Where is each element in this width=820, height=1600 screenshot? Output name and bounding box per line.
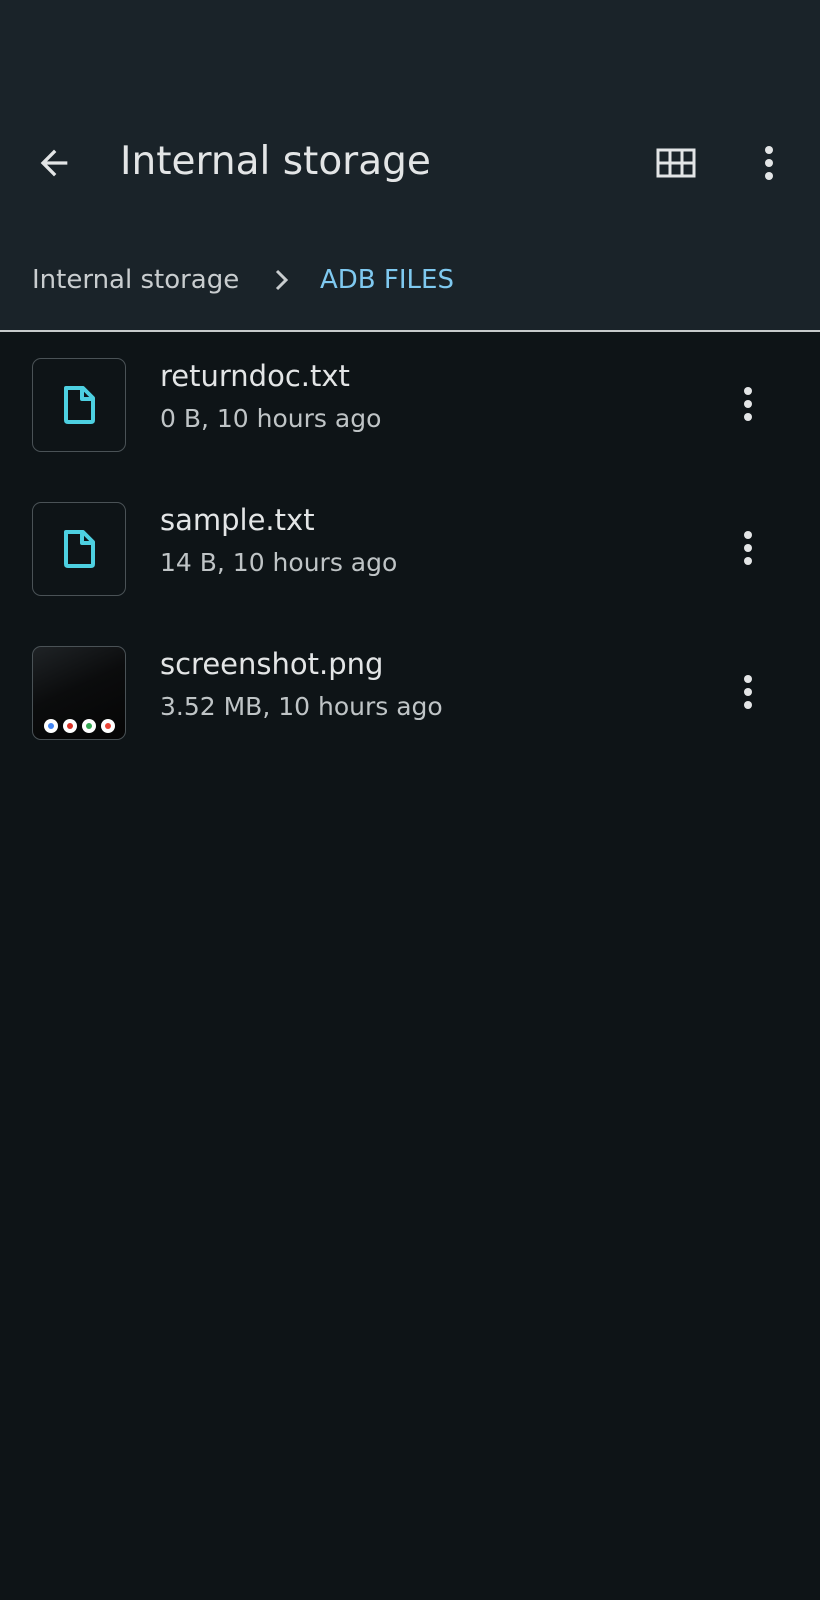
file-meta: 3.52 MB, 10 hours ago (160, 692, 443, 721)
file-meta: 0 B, 10 hours ago (160, 404, 382, 433)
app-icon (81, 719, 96, 733)
more-vert-icon (744, 675, 752, 709)
more-vert-icon (744, 387, 752, 421)
app-icon (62, 719, 77, 733)
breadcrumb: Internal storage ADB FILES (0, 250, 820, 310)
app-icon (100, 719, 115, 733)
file-meta: 14 B, 10 hours ago (160, 548, 398, 577)
page-title: Internal storage (120, 139, 431, 184)
file-row-returndoc[interactable]: returndoc.txt 0 B, 10 hours ago (0, 340, 820, 484)
more-vert-icon (765, 146, 773, 180)
file-more-button[interactable] (722, 522, 774, 574)
app-icon (43, 719, 58, 733)
more-options-button[interactable] (743, 137, 795, 189)
grid-view-icon (656, 148, 696, 178)
file-name: returndoc.txt (160, 359, 350, 393)
file-name: screenshot.png (160, 647, 384, 681)
file-name: sample.txt (160, 503, 315, 537)
file-more-button[interactable] (722, 666, 774, 718)
arrow-back-icon (40, 149, 68, 177)
file-thumbnail (32, 358, 126, 452)
back-button[interactable] (28, 137, 80, 189)
more-vert-icon (744, 531, 752, 565)
document-icon (64, 386, 95, 424)
top-app-area: Internal storage Internal storage ADB FI… (0, 0, 820, 331)
grid-view-button[interactable] (650, 137, 702, 189)
file-thumbnail (32, 502, 126, 596)
file-list: returndoc.txt 0 B, 10 hours ago sample.t… (0, 340, 820, 772)
file-more-button[interactable] (722, 378, 774, 430)
breadcrumb-divider (0, 330, 820, 332)
thumbnail-app-icons (43, 719, 115, 733)
file-row-screenshot[interactable]: screenshot.png 3.52 MB, 10 hours ago (0, 628, 820, 772)
breadcrumb-item-adb-files[interactable]: ADB FILES (320, 260, 454, 300)
file-row-sample[interactable]: sample.txt 14 B, 10 hours ago (0, 484, 820, 628)
document-icon (64, 530, 95, 568)
app-bar: Internal storage (0, 126, 820, 200)
image-thumbnail (32, 646, 126, 740)
breadcrumb-separator (264, 262, 300, 298)
breadcrumb-item-internal-storage[interactable]: Internal storage (32, 260, 239, 300)
chevron-right-icon (275, 269, 289, 291)
